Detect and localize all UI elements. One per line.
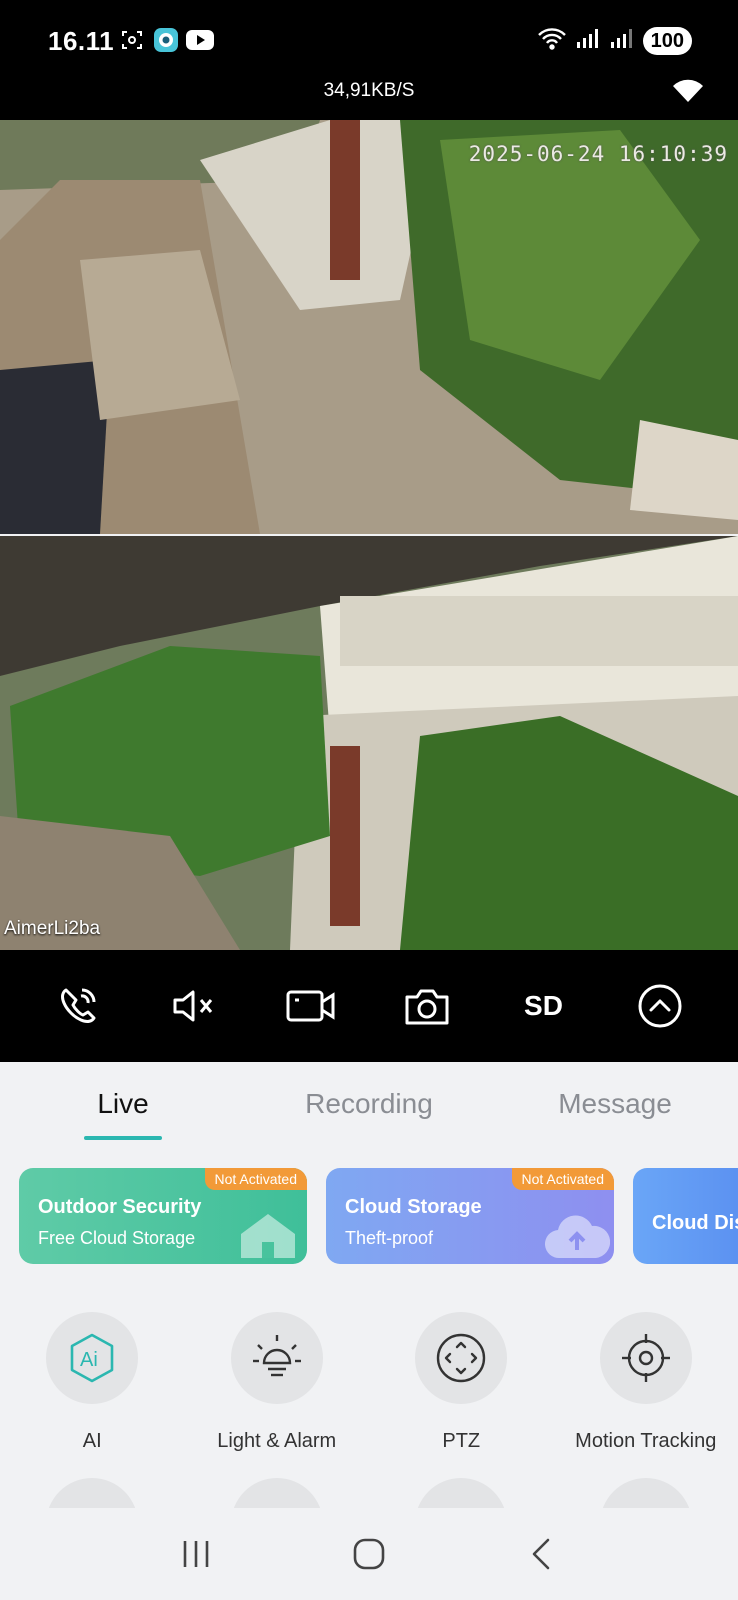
crosshair-icon — [621, 1334, 670, 1382]
service-cards: Not Activated Outdoor Security Free Clou… — [19, 1168, 738, 1266]
card-title: Outdoor Security — [38, 1196, 202, 1218]
feature-label: PTZ — [442, 1430, 481, 1452]
status-time: 16.11 — [48, 26, 115, 56]
system-indicators: 100 — [537, 26, 692, 55]
card-subtitle: Free Cloud Storage — [38, 1228, 196, 1248]
feature-row2-item[interactable] — [554, 1478, 738, 1508]
expand-button[interactable] — [632, 978, 688, 1034]
camera-feed-top[interactable]: 2025-06-24 16:10:39 — [0, 120, 738, 534]
feature-ptz-button[interactable] — [415, 1312, 508, 1404]
camera-app-icon — [152, 26, 180, 54]
recents-icon — [184, 1541, 209, 1567]
camera-name-overlay: AimerLi2ba — [4, 918, 101, 939]
card-title: Cloud Dis — [652, 1212, 738, 1234]
circle-icon — [250, 1497, 304, 1508]
tab-bar: Live Recording Message — [0, 1062, 738, 1142]
house-icon — [241, 1214, 295, 1258]
recent-apps-button[interactable] — [166, 1524, 226, 1584]
cloud-storage-card[interactable]: Not Activated Cloud Storage Theft-proof — [326, 1168, 614, 1264]
feature-ptz[interactable]: PTZ — [369, 1312, 554, 1453]
feature-row2-item[interactable] — [0, 1478, 185, 1508]
wifi-status-icon — [537, 26, 567, 55]
feature-label: Light & Alarm — [217, 1430, 337, 1452]
feature-row2-button[interactable] — [599, 1478, 692, 1508]
feature-light-alarm[interactable]: Light & Alarm — [185, 1312, 370, 1453]
bulb-icon — [252, 1335, 301, 1377]
not-activated-badge: Not Activated — [511, 1168, 614, 1190]
feature-row2-item[interactable] — [369, 1478, 554, 1508]
feature-row2-button[interactable] — [230, 1478, 323, 1508]
feature-label: AI — [82, 1430, 102, 1452]
feature-label: Motion Tracking — [575, 1430, 717, 1452]
feature-light-alarm-button[interactable] — [230, 1312, 323, 1404]
system-nav-bar — [0, 1508, 738, 1600]
feature-grid-row-2 — [0, 1478, 738, 1508]
tab-message[interactable]: Message — [492, 1062, 738, 1142]
feed-top-scene — [0, 120, 738, 534]
home-icon — [353, 1538, 385, 1570]
phone-call-icon — [61, 988, 96, 1023]
quality-sd-button[interactable]: SD — [515, 978, 571, 1034]
back-button[interactable] — [512, 1524, 572, 1584]
battery-level: 100 — [642, 26, 692, 55]
outdoor-security-card[interactable]: Not Activated Outdoor Security Free Clou… — [19, 1168, 307, 1264]
camera-icon — [405, 989, 449, 1025]
camera-feed-bottom[interactable]: AimerLi2ba — [0, 536, 738, 950]
svg-text:Ai: Ai — [80, 1349, 98, 1371]
screen-icon — [619, 1497, 673, 1508]
tab-recording[interactable]: Recording — [246, 1062, 492, 1142]
feed-timestamp: 2025-06-24 16:10:39 — [468, 142, 728, 166]
network-speed: 34,91KB/S — [323, 80, 415, 101]
card-title: Cloud Storage — [345, 1196, 482, 1218]
feature-grid: Ai AI Light & Alarm PTZ Motion Tracking — [0, 1312, 738, 1453]
cloud-upload-icon — [544, 1215, 610, 1259]
feature-ai[interactable]: Ai AI — [0, 1312, 185, 1453]
chevron-up-circle-icon — [638, 984, 682, 1028]
card-subtitle: Theft-proof — [345, 1228, 434, 1248]
screenshot-icon — [118, 26, 146, 54]
feature-ai-button[interactable]: Ai — [46, 1312, 139, 1404]
playback-controls: SD — [0, 950, 738, 1062]
mute-button[interactable] — [166, 978, 222, 1034]
status-bar: 16.11 100 34,91KB/S — [0, 0, 738, 120]
feature-motion-tracking[interactable]: Motion Tracking — [554, 1312, 738, 1453]
record-video-button[interactable] — [283, 978, 339, 1034]
back-chevron-icon — [532, 1538, 549, 1570]
feature-row2-button[interactable] — [415, 1478, 508, 1508]
signal-icon-1 — [575, 26, 601, 55]
circle-icon — [434, 1497, 488, 1508]
circle-icon — [65, 1497, 119, 1508]
feature-motion-tracking-button[interactable] — [599, 1312, 692, 1404]
device-wifi-icon — [672, 78, 704, 109]
youtube-icon — [186, 26, 214, 54]
ptz-icon — [437, 1333, 486, 1383]
not-activated-badge: Not Activated — [204, 1168, 307, 1190]
cloud-display-card[interactable]: Cloud Dis — [633, 1168, 738, 1264]
feature-row2-button[interactable] — [46, 1478, 139, 1508]
feed-bottom-scene — [0, 536, 738, 950]
tab-live[interactable]: Live — [0, 1062, 246, 1142]
feature-row2-item[interactable] — [185, 1478, 370, 1508]
notification-icons — [118, 26, 214, 54]
speaker-muted-icon — [173, 990, 213, 1022]
signal-icon-2 — [609, 26, 635, 55]
snapshot-button[interactable] — [399, 978, 455, 1034]
video-camera-icon — [286, 990, 335, 1022]
ai-icon: Ai — [70, 1333, 114, 1383]
home-button[interactable] — [339, 1524, 399, 1584]
sd-label: SD — [524, 990, 563, 1021]
intercom-button[interactable] — [50, 978, 106, 1034]
